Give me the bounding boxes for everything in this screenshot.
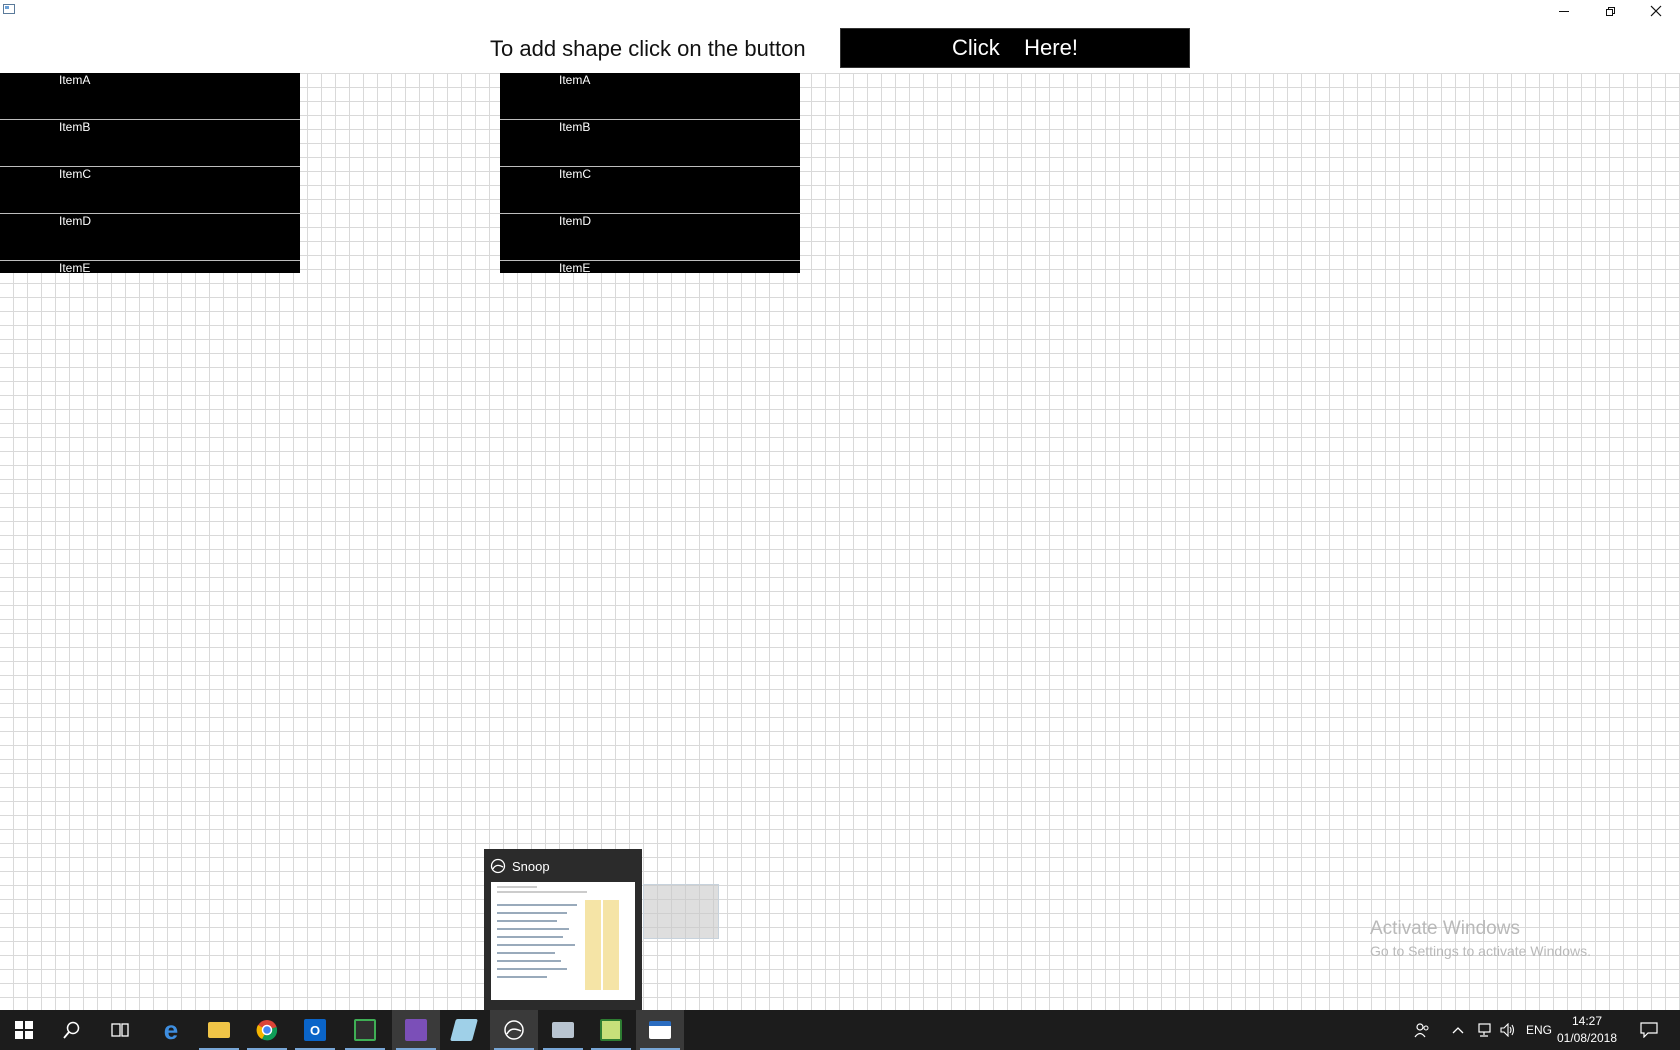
visual-studio-icon xyxy=(405,1019,427,1041)
file-explorer-icon xyxy=(208,1022,230,1038)
shape-item[interactable]: ItemB xyxy=(0,120,300,167)
thumb-line xyxy=(497,944,575,946)
add-shape-button[interactable]: Click Here! xyxy=(840,28,1190,68)
shape-item[interactable]: ItemE xyxy=(500,261,800,273)
shape-item[interactable]: ItemA xyxy=(0,73,300,120)
header: To add shape click on the button Click H… xyxy=(0,22,1680,73)
volume-icon xyxy=(1500,1023,1515,1037)
preview-thumbnail[interactable] xyxy=(491,882,635,1000)
shape-item-label: ItemA xyxy=(59,73,91,87)
shape-item-label: ItemB xyxy=(59,120,91,134)
thumb-line xyxy=(497,920,557,922)
restore-button[interactable] xyxy=(1587,0,1633,22)
edge-taskbar-item[interactable]: e xyxy=(147,1010,195,1050)
shape-item[interactable]: ItemD xyxy=(500,214,800,261)
start-button[interactable] xyxy=(0,1010,48,1050)
thumb-column xyxy=(603,900,619,990)
file-explorer-taskbar-item[interactable] xyxy=(195,1010,243,1050)
window-app-icon xyxy=(649,1021,671,1039)
volume-button[interactable] xyxy=(1500,1010,1516,1050)
window-app-taskbar-item[interactable] xyxy=(636,1010,684,1050)
thumb-line xyxy=(497,912,567,914)
drag-ghost xyxy=(643,884,719,939)
notes-app-icon xyxy=(450,1019,478,1041)
thumb-line xyxy=(497,976,547,978)
calculator-app-taskbar-item[interactable] xyxy=(341,1010,389,1050)
shape-item-label: ItemC xyxy=(59,167,92,181)
watermark-subtitle: Go to Settings to activate Windows. xyxy=(1370,943,1591,959)
app-window-icon xyxy=(3,4,15,14)
title-bar xyxy=(0,0,1680,22)
close-button[interactable] xyxy=(1633,0,1679,22)
close-icon xyxy=(1650,5,1662,17)
preview-title: Snoop xyxy=(512,858,550,874)
scanner-app-icon xyxy=(552,1022,574,1038)
people-icon xyxy=(1414,1023,1429,1038)
thumb-line xyxy=(497,904,577,906)
shape-item[interactable]: ItemE xyxy=(0,261,300,273)
minimize-icon xyxy=(1559,10,1569,12)
task-view-button[interactable] xyxy=(96,1010,144,1050)
minimize-button[interactable] xyxy=(1541,0,1587,22)
restore-icon xyxy=(1605,6,1615,16)
scanner-app-taskbar-item[interactable] xyxy=(539,1010,587,1050)
shape-list-2[interactable]: ItemA ItemB ItemC ItemD ItemE xyxy=(500,73,800,273)
shape-item[interactable]: ItemC xyxy=(500,167,800,214)
activate-windows-watermark: Activate Windows Go to Settings to activ… xyxy=(1370,918,1591,959)
shape-item-label: ItemD xyxy=(59,214,92,228)
clock-time: 14:27 xyxy=(1571,1014,1603,1028)
action-center-button[interactable] xyxy=(1640,1010,1658,1050)
thumb-line xyxy=(497,886,537,888)
notification-icon xyxy=(1640,1022,1658,1038)
preview-header: Snoop xyxy=(490,857,550,875)
clock-date: 01/08/2018 xyxy=(1556,1031,1618,1045)
outlook-taskbar-item[interactable]: O xyxy=(291,1010,339,1050)
grid-canvas[interactable]: ItemA ItemB ItemC ItemD ItemE ItemA Item… xyxy=(0,73,1680,1010)
search-icon xyxy=(63,1021,80,1039)
snoop-icon xyxy=(490,858,506,874)
shape-item-label: ItemB xyxy=(559,120,591,134)
edge-icon: e xyxy=(163,1014,179,1045)
calculator-app-icon xyxy=(354,1019,376,1041)
show-hidden-icons-button[interactable] xyxy=(1452,1010,1464,1050)
taskbar: e O ENG 14:27 01/08/2018 xyxy=(0,1010,1680,1050)
thumb-line xyxy=(497,968,567,970)
visual-studio-taskbar-item[interactable] xyxy=(392,1010,440,1050)
shape-item-label: ItemD xyxy=(559,214,592,228)
shape-item[interactable]: ItemD xyxy=(0,214,300,261)
search-button[interactable] xyxy=(48,1010,96,1050)
outlook-icon: O xyxy=(304,1019,326,1041)
shape-item-label: ItemA xyxy=(559,73,591,87)
network-icon xyxy=(1478,1023,1491,1037)
shape-item-label: ItemE xyxy=(559,261,591,273)
clock[interactable]: 14:27 01/08/2018 xyxy=(1547,1013,1627,1047)
chevron-up-icon xyxy=(1452,1027,1464,1034)
shape-list-1[interactable]: ItemA ItemB ItemC ItemD ItemE xyxy=(0,73,300,273)
add-shape-prompt: To add shape click on the button xyxy=(490,36,806,61)
chrome-taskbar-item[interactable] xyxy=(243,1010,291,1050)
shape-item[interactable]: ItemA xyxy=(500,73,800,120)
thumb-line xyxy=(497,952,555,954)
snoop-taskbar-item[interactable] xyxy=(490,1010,538,1050)
thumb-line xyxy=(497,936,563,938)
thumb-line xyxy=(497,891,587,893)
people-button[interactable] xyxy=(1414,1010,1430,1050)
thumb-column xyxy=(585,900,601,990)
spreadsheet-app-icon xyxy=(600,1019,622,1041)
notes-app-taskbar-item[interactable] xyxy=(440,1010,488,1050)
shape-item[interactable]: ItemB xyxy=(500,120,800,167)
thumb-line xyxy=(497,928,569,930)
shape-item[interactable]: ItemC xyxy=(0,167,300,214)
chrome-icon xyxy=(256,1020,278,1041)
spreadsheet-app-taskbar-item[interactable] xyxy=(587,1010,635,1050)
snoop-icon xyxy=(504,1020,524,1040)
shape-item-label: ItemC xyxy=(559,167,592,181)
thumb-line xyxy=(497,960,561,962)
start-icon xyxy=(15,1021,33,1039)
shape-item-label: ItemE xyxy=(59,261,91,273)
taskbar-preview[interactable]: Snoop xyxy=(484,849,642,1010)
network-button[interactable] xyxy=(1476,1010,1492,1050)
task-view-icon xyxy=(111,1023,129,1037)
watermark-title: Activate Windows xyxy=(1370,918,1520,939)
